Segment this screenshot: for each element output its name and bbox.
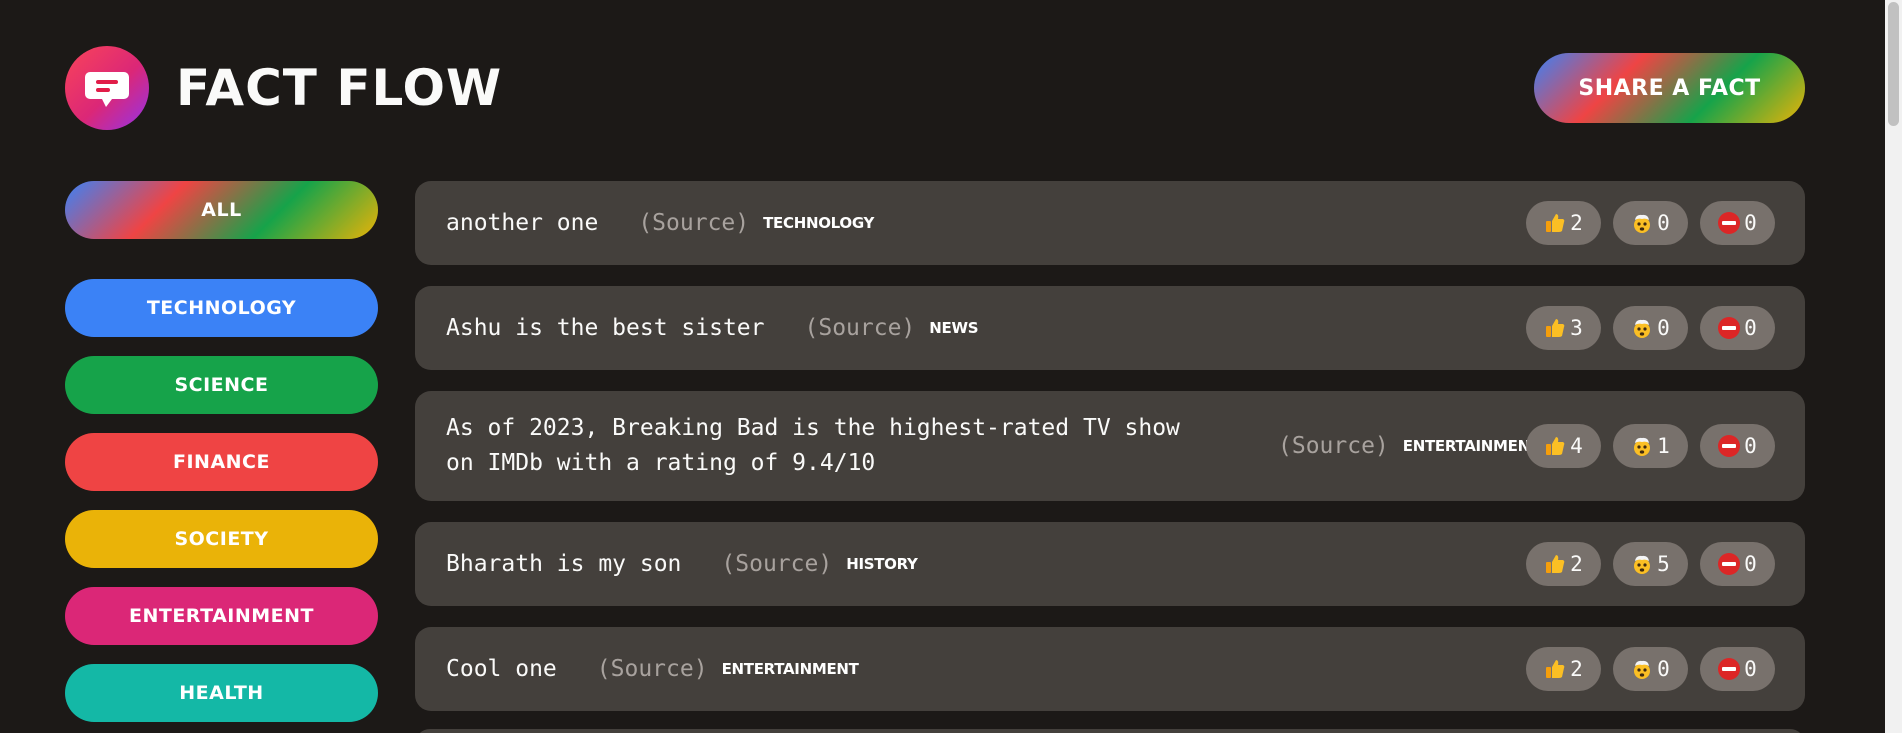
false-count: 0: [1744, 434, 1757, 458]
like-count: 2: [1570, 552, 1583, 576]
fact-item: Cool one (Source) ENTERTAINMENT 2 0 0: [415, 627, 1805, 711]
false-count: 0: [1744, 211, 1757, 235]
mind-blown-icon: [1631, 658, 1653, 680]
like-count: 2: [1570, 211, 1583, 235]
like-button[interactable]: 2: [1526, 542, 1601, 586]
mindblowing-count: 0: [1657, 657, 1670, 681]
scrollbar-thumb[interactable]: [1888, 2, 1899, 126]
page: FACT FLOW SHARE A FACT ALL TECHNOLOGY SC…: [0, 0, 1902, 733]
vote-buttons: 2 0 0: [1526, 647, 1775, 691]
mindblowing-button[interactable]: 0: [1613, 306, 1688, 350]
false-count: 0: [1744, 552, 1757, 576]
fact-text: another one: [446, 209, 599, 236]
fact-category-tag: NEWS: [929, 319, 979, 337]
like-count: 2: [1570, 657, 1583, 681]
share-a-fact-button[interactable]: SHARE A FACT: [1534, 53, 1805, 123]
false-button[interactable]: 0: [1700, 424, 1775, 468]
like-button[interactable]: 2: [1526, 201, 1601, 245]
fact-category-tag: TECHNOLOGY: [763, 214, 875, 232]
fact-item: As of 2023, Breaking Bad is the highest-…: [415, 391, 1805, 501]
category-health-button[interactable]: HEALTH: [65, 664, 378, 722]
source-link[interactable]: (Source): [721, 551, 832, 577]
vote-buttons: 2 0 0: [1526, 201, 1775, 245]
fact-category-tag: ENTERTAINMENT: [1402, 437, 1540, 455]
mindblowing-count: 0: [1657, 211, 1670, 235]
false-button[interactable]: 0: [1700, 542, 1775, 586]
fact-text: As of 2023, Breaking Bad is the highest-…: [446, 415, 1180, 476]
mind-blown-icon: [1631, 553, 1653, 575]
fact-category-tag: ENTERTAINMENT: [721, 660, 859, 678]
thumbs-up-icon: [1544, 435, 1566, 457]
no-entry-icon: [1718, 553, 1741, 575]
vote-buttons: 3 0 0: [1526, 306, 1775, 350]
thumbs-up-icon: [1544, 553, 1566, 575]
category-finance-button[interactable]: FINANCE: [65, 433, 378, 491]
false-button[interactable]: 0: [1700, 647, 1775, 691]
false-button[interactable]: 0: [1700, 201, 1775, 245]
no-entry-icon: [1718, 317, 1741, 339]
thumbs-up-icon: [1544, 317, 1566, 339]
category-technology-button[interactable]: TECHNOLOGY: [65, 279, 378, 337]
no-entry-icon: [1718, 658, 1741, 680]
fact-item: Ashu is the best sister (Source) NEWS 3 …: [415, 286, 1805, 370]
logo: [65, 46, 149, 130]
brand-title: FACT FLOW: [176, 59, 503, 117]
category-science-button[interactable]: SCIENCE: [65, 356, 378, 414]
mind-blown-icon: [1631, 435, 1653, 457]
no-entry-icon: [1718, 212, 1741, 234]
vote-buttons: 2 5 0: [1526, 542, 1775, 586]
false-count: 0: [1744, 316, 1757, 340]
mindblowing-button[interactable]: 1: [1613, 424, 1688, 468]
fact-item-partial: [415, 729, 1805, 733]
like-count: 3: [1570, 316, 1583, 340]
source-link[interactable]: (Source): [805, 315, 916, 341]
mind-blown-icon: [1631, 212, 1653, 234]
vote-buttons: 4 1 0: [1526, 424, 1775, 468]
app-header: FACT FLOW SHARE A FACT: [65, 46, 1805, 130]
like-button[interactable]: 2: [1526, 647, 1601, 691]
fact-text: Cool one: [446, 655, 557, 682]
category-all-button[interactable]: ALL: [65, 181, 378, 239]
fact-text: Bharath is my son: [446, 550, 682, 577]
facts-list: another one (Source) TECHNOLOGY 2 0 0 As…: [415, 181, 1805, 732]
mindblowing-button[interactable]: 0: [1613, 647, 1688, 691]
source-link[interactable]: (Source): [638, 210, 749, 236]
mindblowing-count: 1: [1657, 434, 1670, 458]
message-icon: [85, 72, 129, 107]
source-link[interactable]: (Source): [1278, 433, 1389, 459]
category-entertainment-button[interactable]: ENTERTAINMENT: [65, 587, 378, 645]
false-count: 0: [1744, 657, 1757, 681]
page-scrollbar[interactable]: [1885, 0, 1902, 733]
mindblowing-button[interactable]: 5: [1613, 542, 1688, 586]
like-count: 4: [1570, 434, 1583, 458]
like-button[interactable]: 4: [1526, 424, 1601, 468]
no-entry-icon: [1718, 435, 1741, 457]
thumbs-up-icon: [1544, 658, 1566, 680]
false-button[interactable]: 0: [1700, 306, 1775, 350]
thumbs-up-icon: [1544, 212, 1566, 234]
mindblowing-button[interactable]: 0: [1613, 201, 1688, 245]
fact-item: Bharath is my son (Source) HISTORY 2 5 0: [415, 522, 1805, 606]
source-link[interactable]: (Source): [597, 656, 708, 682]
like-button[interactable]: 3: [1526, 306, 1601, 350]
fact-category-tag: HISTORY: [846, 555, 918, 573]
fact-text: Ashu is the best sister: [446, 314, 765, 341]
category-sidebar: ALL TECHNOLOGY SCIENCE FINANCE SOCIETY E…: [65, 181, 378, 733]
mind-blown-icon: [1631, 317, 1653, 339]
category-society-button[interactable]: SOCIETY: [65, 510, 378, 568]
mindblowing-count: 0: [1657, 316, 1670, 340]
mindblowing-count: 5: [1657, 552, 1670, 576]
fact-item: another one (Source) TECHNOLOGY 2 0 0: [415, 181, 1805, 265]
